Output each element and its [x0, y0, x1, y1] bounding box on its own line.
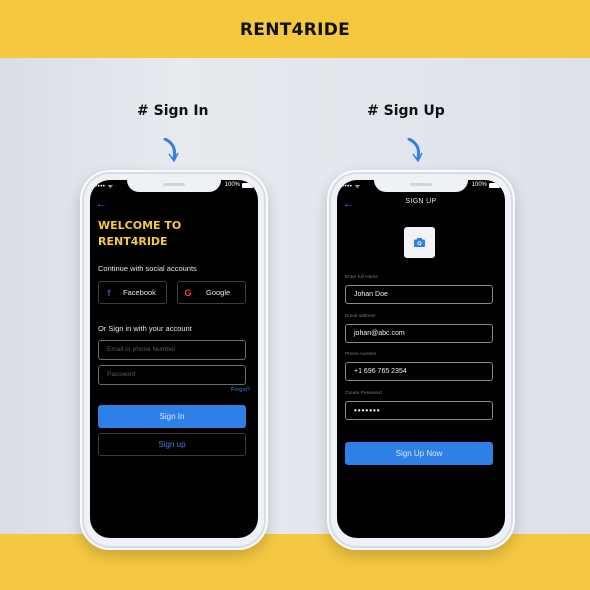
signal-icon: •••• ᯤ — [95, 184, 114, 190]
signin-section-title: # Sign In — [137, 103, 209, 119]
battery-status: 100% — [472, 182, 500, 188]
signup-link-button[interactable]: Sign up — [98, 433, 246, 456]
battery-status: 100% — [225, 182, 253, 188]
email-input[interactable]: johan@abc.com — [345, 324, 493, 343]
signal-icon: •••• ᯤ — [342, 184, 361, 190]
social-accounts-label: Continue with social accounts — [98, 264, 197, 273]
signup-screen: •••• ᯤ 100% ← SIGN UP Enter full Name Jo… — [337, 180, 505, 538]
back-arrow-icon[interactable]: ← — [96, 198, 107, 210]
password-input[interactable]: Password — [98, 365, 246, 385]
speaker — [410, 183, 432, 186]
facebook-icon: f — [107, 287, 111, 298]
curved-arrow-icon — [163, 138, 179, 162]
google-button[interactable]: G Google — [177, 281, 246, 304]
phone-notch — [127, 180, 221, 192]
google-label: Google — [206, 288, 231, 297]
signin-button[interactable]: Sign In — [98, 405, 246, 428]
forgot-password-link[interactable]: Forgot? — [231, 387, 250, 393]
facebook-label: Facebook — [123, 288, 156, 297]
speaker — [163, 183, 185, 186]
battery-icon — [242, 182, 253, 188]
fullname-input[interactable]: Johan Doe — [345, 285, 493, 304]
phone-input[interactable]: +1 696 765 2354 — [345, 362, 493, 381]
signup-section-title: # Sign Up — [367, 103, 445, 119]
battery-icon — [489, 182, 500, 188]
welcome-line-1: WELCOME TO — [98, 219, 182, 232]
battery-text: 100% — [471, 182, 487, 188]
battery-text: 100% — [224, 182, 240, 188]
fullname-label: Enter full Name — [345, 275, 379, 280]
email-label: Email address — [345, 314, 376, 319]
phone-label: Phone number — [345, 352, 377, 357]
phone-notch — [374, 180, 468, 192]
facebook-button[interactable]: f Facebook — [98, 281, 167, 304]
welcome-heading: WELCOME TO RENT4RIDE — [98, 218, 181, 250]
email-input[interactable]: Email or phone Number — [98, 340, 246, 360]
curved-arrow-icon — [407, 138, 423, 162]
brand-title: RENT4RIDE — [239, 20, 351, 40]
signup-phone: •••• ᯤ 100% ← SIGN UP Enter full Name Jo… — [327, 170, 515, 550]
signup-now-button[interactable]: Sign Up Now — [345, 442, 493, 465]
password-label: Create Password — [345, 391, 382, 396]
google-icon: G — [184, 287, 192, 298]
camera-icon — [414, 238, 425, 247]
password-input[interactable]: ••••••• — [345, 401, 493, 420]
upload-photo-button[interactable] — [404, 227, 435, 258]
signup-title: SIGN UP — [405, 198, 437, 205]
account-signin-label: Or Sign in with your account — [98, 324, 192, 333]
welcome-line-2: RENT4RIDE — [98, 235, 168, 248]
signin-screen: •••• ᯤ 100% ← WELCOME TO RENT4RIDE Conti… — [90, 180, 258, 538]
signin-phone: •••• ᯤ 100% ← WELCOME TO RENT4RIDE Conti… — [80, 170, 268, 550]
